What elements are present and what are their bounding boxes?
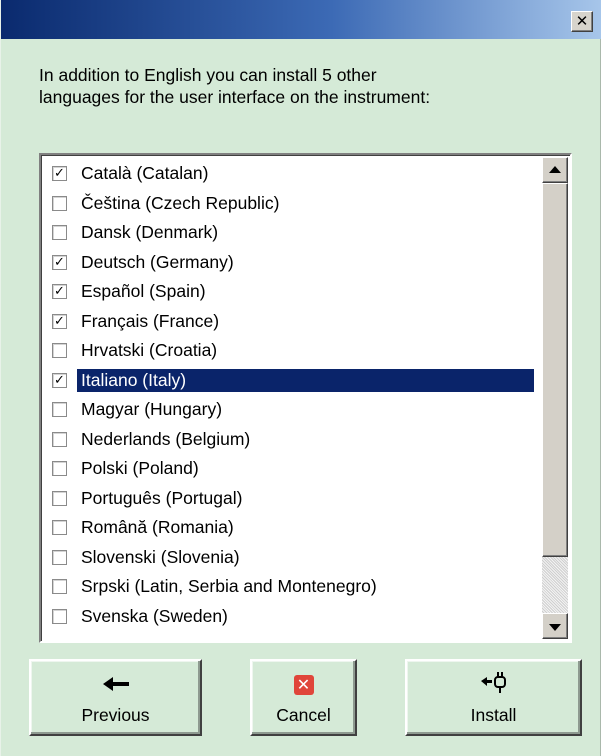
install-plug-icon-svg <box>480 672 506 693</box>
language-label[interactable]: Hrvatski (Croatia) <box>77 339 223 362</box>
language-checkbox[interactable]: ✓ <box>52 372 67 388</box>
language-checkbox[interactable] <box>52 579 67 594</box>
language-label[interactable]: Polski (Poland) <box>77 457 205 480</box>
arrow-down-icon <box>549 624 561 631</box>
list-item[interactable]: Magyar (Hungary) <box>43 395 543 425</box>
language-checkbox[interactable]: ✓ <box>52 254 67 270</box>
list-item[interactable]: Nederlands (Belgium) <box>43 425 543 455</box>
language-listbox[interactable]: ✓ Català (Catalan) Čeština (Czech Republic… <box>39 153 572 643</box>
language-checkbox[interactable] <box>52 195 67 211</box>
list-item[interactable]: ✓ Italiano (Italy) <box>43 366 543 396</box>
language-label[interactable]: Español (Spain) <box>77 280 212 303</box>
language-checkbox[interactable] <box>52 402 67 417</box>
language-label[interactable]: Čeština (Czech Republic) <box>77 192 285 215</box>
list-item[interactable]: Hrvatski (Croatia) <box>43 336 543 366</box>
language-checkbox[interactable] <box>52 431 67 447</box>
install-label: Install <box>470 705 517 725</box>
scrollbar-thumb[interactable] <box>542 183 568 557</box>
language-label[interactable]: Dansk (Denmark) <box>77 221 224 244</box>
cancel-label: Cancel <box>276 705 331 725</box>
list-item[interactable]: ✓ Català (Catalan) <box>43 159 543 189</box>
language-checkbox[interactable] <box>52 549 67 565</box>
cancel-button[interactable]: ✕ Cancel <box>250 659 357 736</box>
language-label[interactable]: Slovenski (Slovenia) <box>77 546 246 569</box>
language-label[interactable]: Deutsch (Germany) <box>77 251 240 274</box>
language-checkbox[interactable] <box>52 608 67 624</box>
scroll-up-button[interactable] <box>542 157 568 183</box>
install-plug-icon <box>480 670 507 700</box>
scroll-down-button[interactable] <box>542 613 568 639</box>
previous-button[interactable]: Previous <box>29 659 202 736</box>
close-button[interactable]: ✕ <box>571 11 593 32</box>
language-checkbox[interactable]: ✓ <box>52 313 67 329</box>
language-label[interactable]: Română (Romania) <box>77 516 240 539</box>
language-checkbox[interactable] <box>52 225 67 240</box>
language-checkbox[interactable] <box>52 520 67 535</box>
list-item[interactable]: Română (Romania) <box>43 513 543 543</box>
language-label[interactable]: Italiano (Italy) <box>77 368 534 392</box>
language-label[interactable]: Português (Portugal) <box>77 487 248 510</box>
arrow-up-icon <box>549 166 561 173</box>
list-item[interactable]: ✓ Deutsch (Germany) <box>43 248 543 278</box>
language-label[interactable]: Svenska (Sweden) <box>77 605 234 628</box>
list-item[interactable]: Srpski (Latin, Serbia and Montenegro) <box>43 572 543 602</box>
language-label[interactable]: Srpski (Latin, Serbia and Montenegro) <box>77 575 383 598</box>
list-item[interactable]: Čeština (Czech Republic) <box>43 189 543 219</box>
language-label[interactable]: Magyar (Hungary) <box>77 398 228 421</box>
scrollbar-track[interactable] <box>542 557 568 613</box>
list-item[interactable]: Slovenski (Slovenia) <box>43 543 543 573</box>
arrow-left-icon-svg <box>102 677 129 691</box>
list-item[interactable]: ✓ Español (Spain) <box>43 277 543 307</box>
language-label[interactable]: Français (France) <box>77 310 225 333</box>
list-item[interactable]: ✓ Français (France) <box>43 307 543 337</box>
language-checkbox[interactable]: ✓ <box>52 284 67 299</box>
intro-text: In addition to English you can install 5… <box>39 64 579 108</box>
vertical-scrollbar[interactable] <box>542 157 568 639</box>
language-checkbox[interactable] <box>52 343 67 358</box>
intro-line-2: languages for the user interface on the … <box>39 87 431 107</box>
list-item[interactable]: Dansk (Denmark) <box>43 218 543 248</box>
title-bar: ✕ <box>1 0 601 39</box>
cancel-x-icon: ✕ <box>293 675 314 695</box>
language-label[interactable]: Nederlands (Belgium) <box>77 428 256 451</box>
list-item[interactable]: Português (Portugal) <box>43 484 543 514</box>
install-languages-dialog: ✕ In addition to English you can install… <box>0 0 601 756</box>
previous-label: Previous <box>81 705 150 725</box>
close-icon: ✕ <box>575 12 589 30</box>
language-checkbox[interactable] <box>52 490 67 506</box>
arrow-left-icon <box>102 673 129 697</box>
list-item[interactable]: Svenska (Sweden) <box>43 602 543 632</box>
language-label[interactable]: Català (Catalan) <box>77 162 214 185</box>
language-list: ✓ Català (Catalan) Čeština (Czech Republic… <box>43 159 543 631</box>
install-button[interactable]: Install <box>405 659 582 736</box>
language-checkbox[interactable]: ✓ <box>52 166 67 181</box>
intro-line-1: In addition to English you can install 5… <box>39 65 377 85</box>
list-item[interactable]: Polski (Poland) <box>43 454 543 484</box>
language-checkbox[interactable] <box>52 461 67 476</box>
